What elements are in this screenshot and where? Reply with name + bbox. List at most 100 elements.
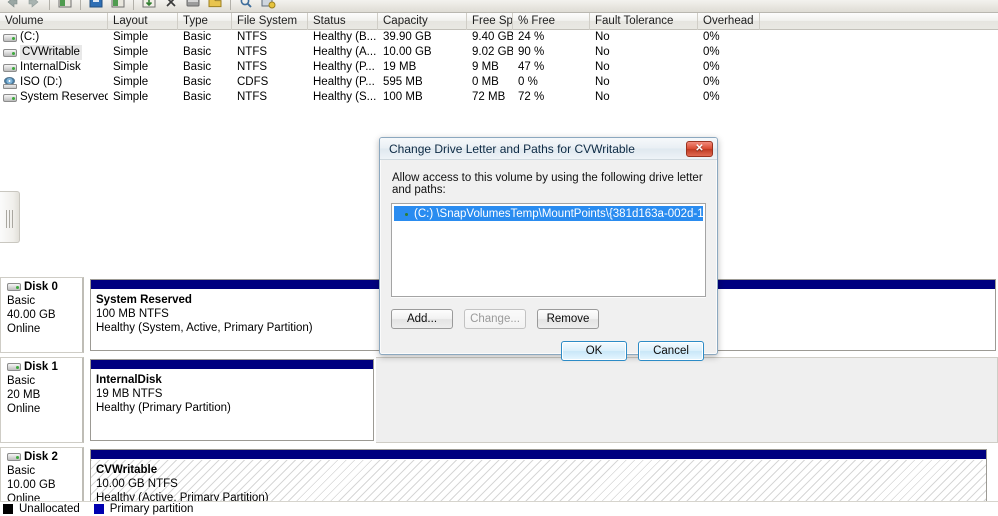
overhead-cell: 0% [703, 31, 720, 43]
type-cell: Basic [183, 76, 212, 88]
disk-row[interactable]: Disk 1 Basic 20 MB Online InternalDisk 1… [0, 357, 998, 443]
table-row[interactable]: System Reserved Simple Basic NTFS Health… [0, 90, 998, 105]
column-header-volume[interactable]: Volume [0, 13, 108, 30]
type-cell: Basic [183, 61, 212, 73]
disk-state: Online [7, 403, 41, 415]
column-header-status[interactable]: Status [308, 13, 378, 30]
fault-tolerance-cell: No [595, 91, 610, 103]
table-row[interactable]: CVWritable Simple Basic NTFS Healthy (A.… [0, 45, 998, 60]
partition-health: Healthy (Primary Partition) [96, 402, 231, 414]
volume-label: InternalDisk [20, 61, 81, 73]
disk-name: Disk 2 [24, 451, 58, 463]
fault-tolerance-cell: No [595, 46, 610, 58]
pane-splitter-grip[interactable] [0, 191, 20, 243]
remove-button[interactable]: Remove [537, 309, 599, 329]
toolbar-separator [133, 0, 134, 10]
column-header-overhead[interactable]: Overhead [698, 13, 760, 30]
dialog-body: Allow access to this volume by using the… [380, 160, 717, 361]
layout-cell: Simple [113, 46, 149, 58]
status-cell: Healthy (S... [313, 91, 377, 103]
change-button: Change... [464, 309, 526, 329]
disk-type: Basic [7, 375, 36, 387]
volume-cell[interactable]: ISO (D:) [0, 75, 108, 90]
hard-drive-icon [396, 209, 410, 219]
partition-block[interactable]: CVWritable 10.00 GB NTFS Healthy (Active… [90, 449, 987, 501]
cancel-button[interactable]: Cancel [638, 341, 704, 361]
layout-cell: Simple [113, 31, 149, 43]
table-row[interactable]: InternalDisk Simple Basic NTFS Healthy (… [0, 60, 998, 75]
fault-tolerance-cell: No [595, 31, 610, 43]
free-space-cell: 9.02 GB [472, 46, 513, 58]
disk-row[interactable]: Disk 2 Basic 10.00 GB Online CVWritable … [0, 447, 998, 501]
free-space-cell: 72 MB [472, 91, 506, 103]
volume-cell[interactable]: CVWritable [0, 45, 108, 60]
partition-color-bar [91, 360, 373, 370]
disk-icon[interactable] [183, 0, 203, 12]
layout-cell: Simple [113, 91, 149, 103]
legend-swatch-primary-partition [93, 504, 104, 514]
percent-free-cell: 90 % [518, 46, 545, 58]
forward-arrow-icon[interactable] [24, 0, 44, 12]
partition-name: CVWritable [96, 464, 158, 476]
toolbar [0, 0, 998, 13]
dialog-prompt: Allow access to this volume by using the… [392, 172, 703, 196]
partition-size: 19 MB NTFS [96, 388, 163, 400]
column-header-file-system[interactable]: File System [232, 13, 308, 30]
volume-list-header: Volume Layout Type File System Status Ca… [0, 13, 998, 30]
export-icon[interactable] [139, 0, 159, 12]
column-header-capacity[interactable]: Capacity [378, 13, 467, 30]
column-header-type[interactable]: Type [178, 13, 232, 30]
disk-state: Online [7, 493, 41, 501]
volume-cell[interactable]: (C:) [0, 30, 108, 45]
dialog-confirm-buttons: OK Cancel [391, 341, 706, 361]
disk-header[interactable]: Disk 2 Basic 10.00 GB Online [0, 447, 84, 501]
mount-points-listbox[interactable]: (C:) \SnapVolumesTemp\MountPoints\{381d1… [391, 203, 706, 297]
free-space-cell: 9.40 GB [472, 31, 513, 43]
volume-label: (C:) [20, 31, 40, 43]
properties-icon[interactable] [108, 0, 128, 12]
disk-size: 40.00 GB [7, 309, 56, 321]
cd-drive-icon [3, 76, 17, 89]
disk-type: Basic [7, 295, 36, 307]
add-button[interactable]: Add... [391, 309, 453, 329]
hard-drive-icon [7, 362, 21, 372]
column-header-layout[interactable]: Layout [108, 13, 178, 30]
list-item[interactable]: (C:) \SnapVolumesTemp\MountPoints\{381d1… [394, 206, 703, 221]
mount-path-label: (C:) \SnapVolumesTemp\MountPoints\{381d1… [414, 207, 703, 220]
column-header-fault-tolerance[interactable]: Fault Tolerance [590, 13, 698, 30]
file-system-cell: NTFS [237, 61, 268, 73]
ok-button[interactable]: OK [561, 341, 627, 361]
disk-header[interactable]: Disk 1 Basic 20 MB Online [0, 357, 84, 443]
file-system-cell: CDFS [237, 76, 269, 88]
partition-health: Healthy (Active, Primary Partition) [96, 492, 269, 501]
layout-cell: Simple [113, 76, 149, 88]
change-drive-letter-dialog: Change Drive Letter and Paths for CVWrit… [379, 137, 718, 361]
disk-header[interactable]: Disk 0 Basic 40.00 GB Online [0, 277, 84, 353]
disk-title: Disk 0 [7, 281, 82, 293]
column-header-percent-free[interactable]: % Free [513, 13, 590, 30]
help-icon[interactable] [258, 0, 278, 12]
disk-title: Disk 2 [7, 451, 82, 463]
column-header-free-space[interactable]: Free Spa... [467, 13, 513, 30]
disk-title: Disk 1 [7, 361, 82, 373]
close-icon[interactable]: ✕ [686, 141, 713, 157]
search-icon[interactable] [236, 0, 256, 12]
volume-cell[interactable]: InternalDisk [0, 60, 108, 75]
save-icon[interactable] [86, 0, 106, 12]
percent-free-cell: 47 % [518, 61, 545, 73]
free-space-cell: 0 MB [472, 76, 499, 88]
back-arrow-icon[interactable] [2, 0, 22, 12]
capacity-cell: 39.90 GB [383, 31, 432, 43]
open-folder-icon[interactable] [205, 0, 225, 12]
overhead-cell: 0% [703, 76, 720, 88]
partition-name: InternalDisk [96, 374, 162, 386]
up-folder-icon[interactable] [55, 0, 75, 12]
partition-block[interactable]: InternalDisk 19 MB NTFS Healthy (Primary… [90, 359, 374, 441]
capacity-cell: 100 MB [383, 91, 423, 103]
dialog-title-bar[interactable]: Change Drive Letter and Paths for CVWrit… [380, 138, 717, 160]
volume-cell[interactable]: System Reserved [0, 90, 108, 105]
delete-icon[interactable] [161, 0, 181, 12]
table-row[interactable]: (C:) Simple Basic NTFS Healthy (B... 39.… [0, 30, 998, 45]
status-cell: Healthy (P... [313, 76, 375, 88]
table-row[interactable]: ISO (D:) Simple Basic CDFS Healthy (P...… [0, 75, 998, 90]
